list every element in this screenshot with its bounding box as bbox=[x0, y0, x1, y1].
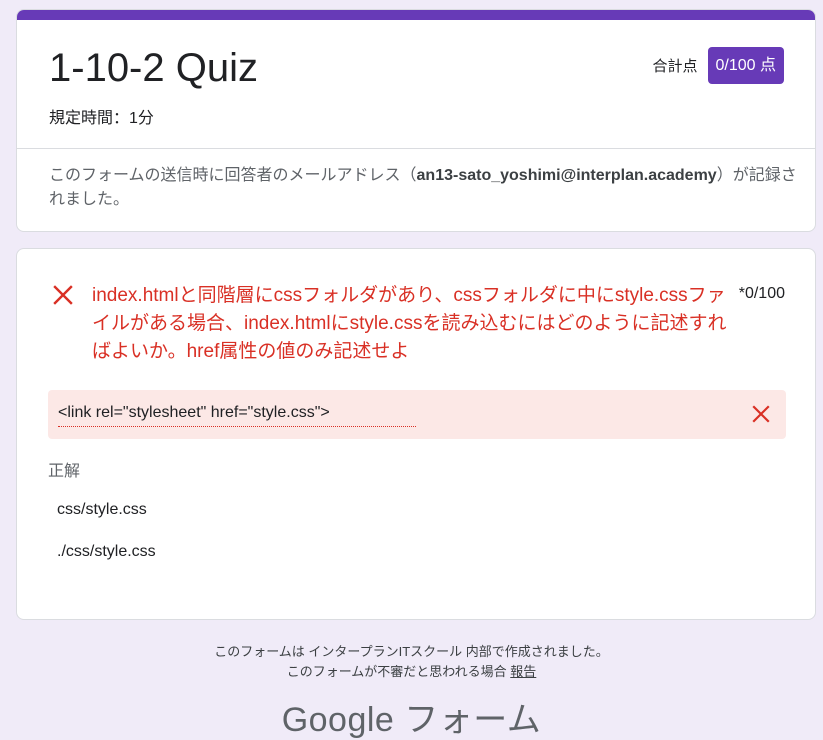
close-icon bbox=[53, 285, 73, 305]
score-label: 合計点 bbox=[652, 58, 698, 75]
score-badge: 0/100 点 bbox=[707, 47, 784, 84]
header-accent-bar bbox=[17, 10, 815, 20]
footer-created-by: このフォームは インタープランITスクール 内部で作成されました。 bbox=[214, 644, 609, 659]
question-text: index.htmlと同階層にcssフォルダがあり、cssフォルダに中にstyl… bbox=[92, 285, 727, 362]
footer-abuse-line: このフォームが不審だと思われる場合 報告 bbox=[0, 662, 823, 682]
email-record-note: このフォームの送信時に回答者のメールアドレス（an13-sato_yoshimi… bbox=[49, 164, 799, 212]
google-forms-logo[interactable]: Google フォーム bbox=[0, 700, 823, 740]
footer-abuse-text: このフォームが不審だと思われる場合 bbox=[286, 664, 507, 679]
header-divider bbox=[17, 148, 815, 149]
correct-answer-label: 正解 bbox=[48, 463, 81, 480]
user-answer-box: <link rel="stylesheet" href="style.css"> bbox=[48, 390, 786, 439]
user-answer-text: <link rel="stylesheet" href="style.css"> bbox=[58, 404, 330, 421]
correct-answer-item: ./css/style.css bbox=[57, 543, 156, 560]
respondent-email: an13-sato_yoshimi@interplan.academy bbox=[416, 167, 717, 184]
page-title: 1-10-2 Quiz bbox=[49, 46, 258, 90]
form-footer: このフォームは インタープランITスクール 内部で作成されました。 このフォーム… bbox=[0, 642, 823, 682]
answer-underline bbox=[58, 426, 416, 427]
email-note-prefix: このフォームの送信時に回答者のメールアドレス（ bbox=[49, 167, 417, 184]
correct-answer-item: css/style.css bbox=[57, 501, 147, 518]
question-points: *0/100 bbox=[738, 285, 785, 302]
report-link[interactable]: 報告 bbox=[510, 664, 536, 679]
time-limit-text: 規定時間：1分 bbox=[49, 110, 154, 127]
question-card: index.htmlと同階層にcssフォルダがあり、cssフォルダに中にstyl… bbox=[16, 248, 816, 620]
incorrect-icon bbox=[752, 405, 770, 423]
total-score: 合計点 0/100 点 bbox=[652, 47, 784, 84]
form-header-card: 1-10-2 Quiz 合計点 0/100 点 規定時間：1分 このフォームの送… bbox=[16, 9, 816, 232]
